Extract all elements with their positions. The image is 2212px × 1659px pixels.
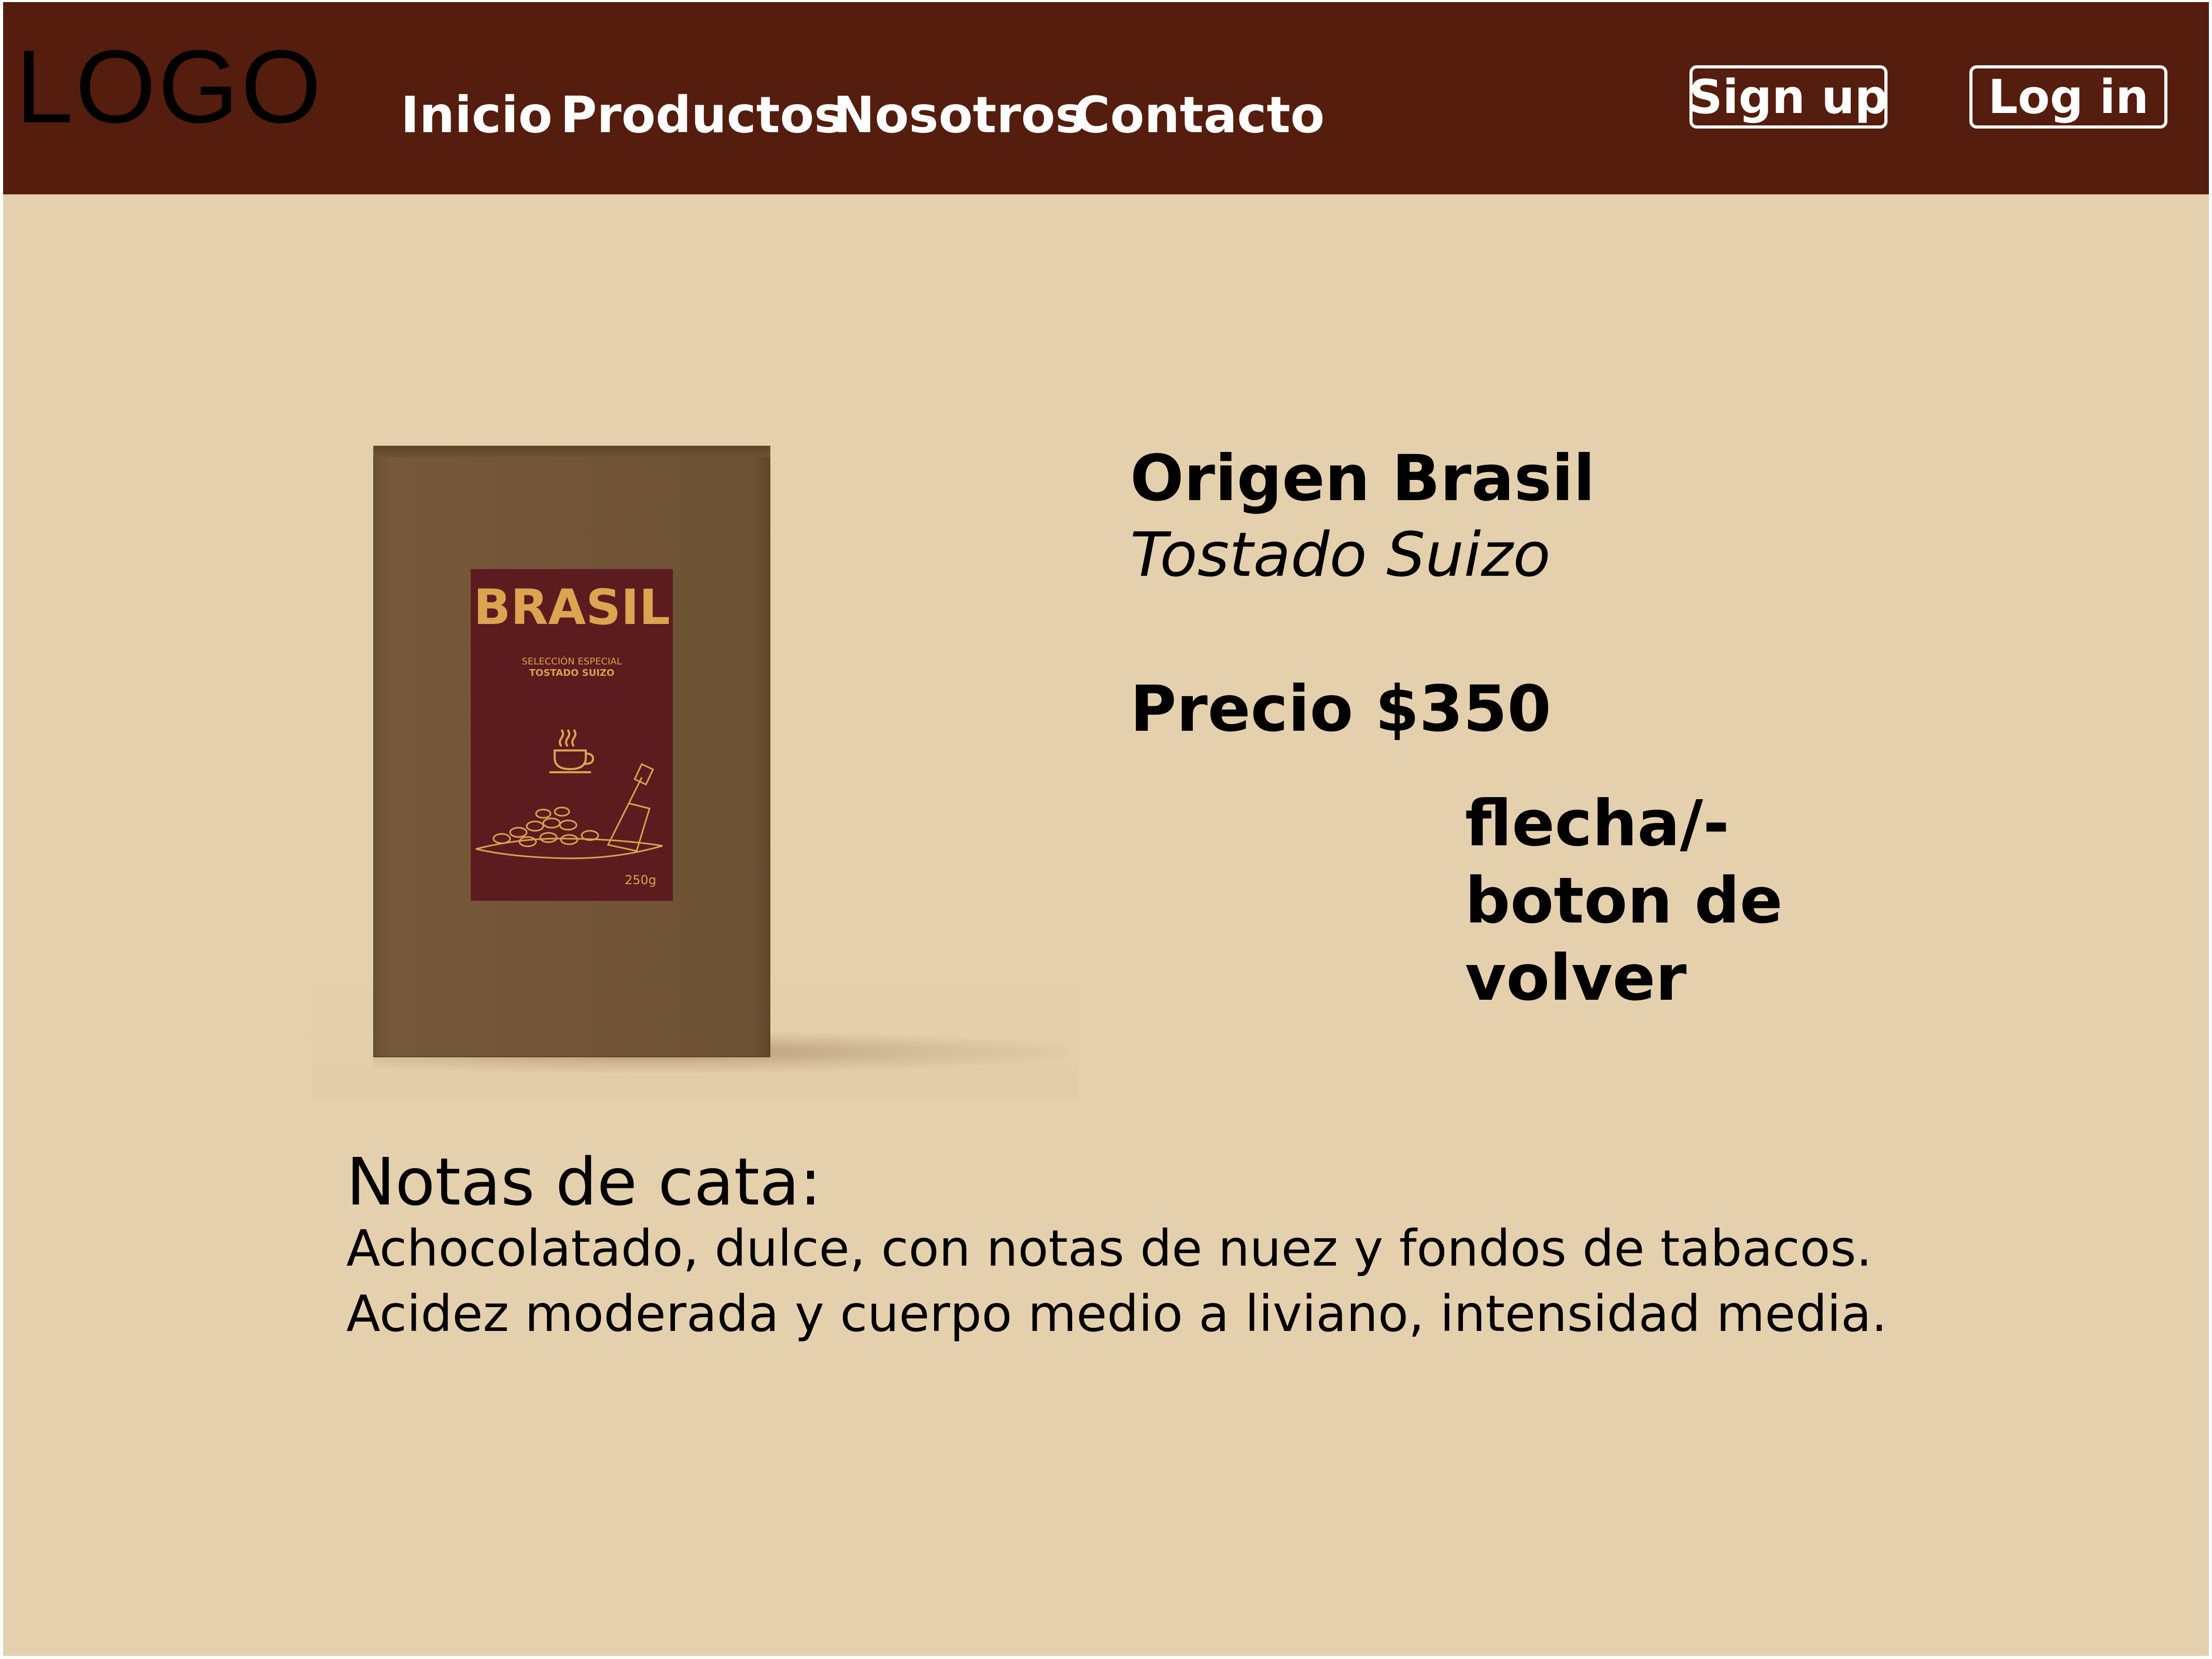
sign-up-button[interactable]: Sign up bbox=[1689, 65, 1888, 129]
top-navbar: LOGO Inicio Productos Nosotros Contacto … bbox=[0, 0, 2212, 194]
label-line-2: TOSTADO SUIZO bbox=[529, 668, 615, 678]
label-weight: 250g bbox=[624, 873, 656, 887]
label-title: BRASIL bbox=[473, 579, 670, 636]
box-top-edge bbox=[373, 446, 770, 457]
product-image: BRASIL SELECCIÓN ESPECIAL TOSTADO SUIZO bbox=[373, 446, 770, 1057]
coffee-cup-icon bbox=[550, 729, 595, 773]
product-subtitle: Tostado Suizo bbox=[1130, 519, 1551, 590]
back-note-line: flecha/- bbox=[1465, 787, 1729, 860]
tasting-notes-line: Acidez moderada y cuerpo medio a liviano… bbox=[346, 1285, 1887, 1343]
nav-nosotros[interactable]: Nosotros bbox=[833, 90, 1085, 140]
nav-inicio[interactable]: Inicio bbox=[401, 90, 553, 140]
back-button-placeholder[interactable]: flecha/- boton de volver bbox=[1465, 785, 1828, 1016]
product-price: Precio $350 bbox=[1130, 672, 1552, 746]
logo[interactable]: LOGO bbox=[16, 35, 323, 139]
product-title: Origen Brasil bbox=[1130, 442, 1595, 515]
back-note-line: volver bbox=[1465, 941, 1687, 1015]
nav-productos[interactable]: Productos bbox=[560, 90, 844, 140]
coffee-beans-scoop-icon bbox=[475, 763, 663, 859]
product-label: BRASIL SELECCIÓN ESPECIAL TOSTADO SUIZO bbox=[471, 569, 673, 901]
label-illustration bbox=[475, 729, 663, 859]
tasting-notes-line: Achocolatado, dulce, con notas de nuez y… bbox=[346, 1220, 1872, 1278]
tasting-notes-heading: Notas de cata: bbox=[346, 1144, 822, 1220]
nav-contacto[interactable]: Contacto bbox=[1074, 90, 1325, 140]
back-note-line: boton de bbox=[1465, 863, 1783, 938]
log-in-button[interactable]: Log in bbox=[1969, 65, 2167, 129]
label-line-1: SELECCIÓN ESPECIAL bbox=[522, 656, 622, 667]
